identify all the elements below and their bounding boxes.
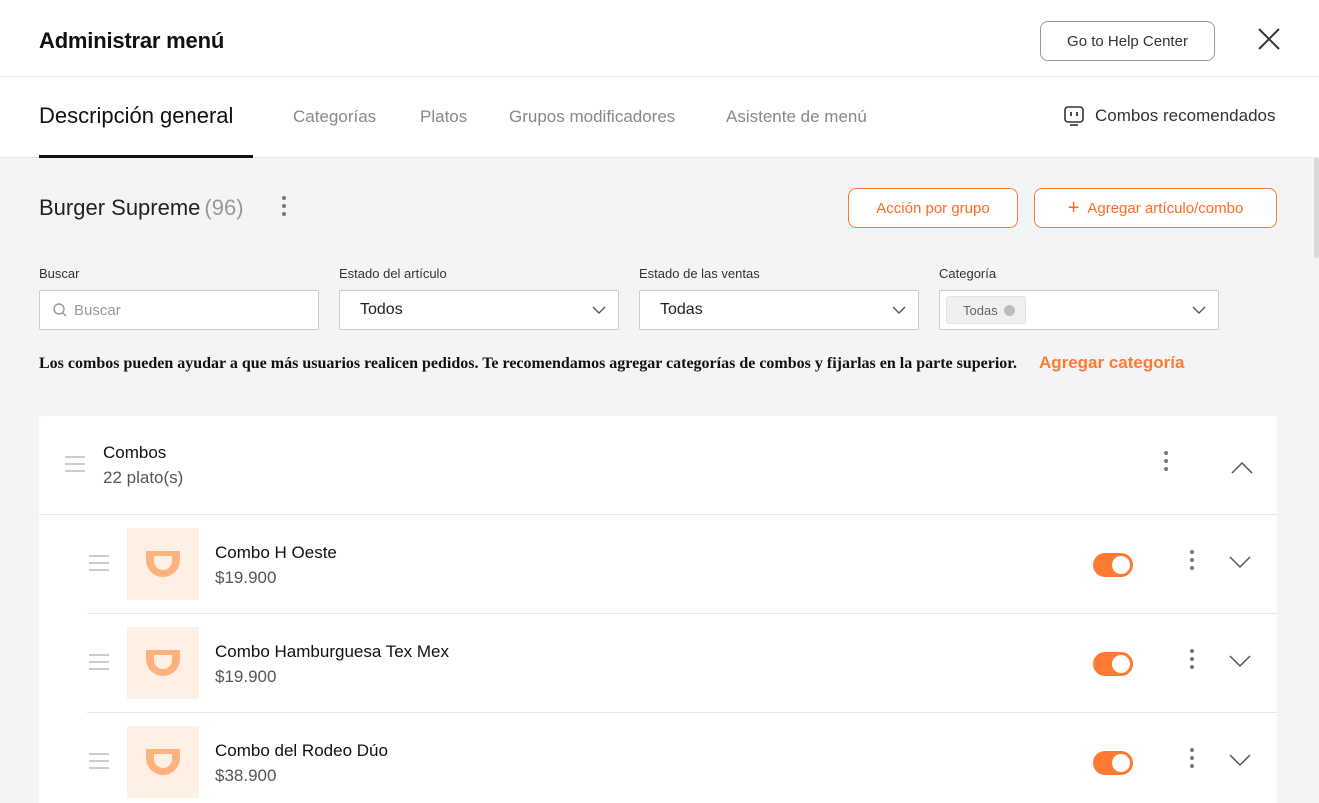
availability-toggle[interactable]: [1093, 553, 1133, 577]
category-select[interactable]: Todas: [939, 290, 1219, 330]
category-header[interactable]: Combos 22 plato(s): [39, 416, 1277, 515]
combos-notice: Los combos pueden ayudar a que más usuar…: [39, 350, 1249, 377]
tab-menu-assistant[interactable]: Asistente de menú: [726, 107, 867, 127]
store-item-count: (96): [204, 195, 244, 220]
item-more-icon[interactable]: [1188, 549, 1196, 573]
sales-status-select[interactable]: Todas: [639, 290, 919, 330]
search-icon: [53, 303, 67, 317]
remove-chip-icon[interactable]: [1003, 304, 1015, 316]
tab-dishes[interactable]: Platos: [420, 107, 467, 127]
toggle-knob: [1112, 754, 1130, 772]
close-icon[interactable]: [1255, 25, 1283, 53]
tab-modifier-groups[interactable]: Grupos modificadores: [509, 107, 675, 127]
drag-handle-icon[interactable]: [89, 753, 109, 769]
category-chip[interactable]: Todas: [946, 296, 1026, 324]
toggle-knob: [1112, 655, 1130, 673]
tab-overview[interactable]: Descripción general: [39, 103, 233, 129]
sales-status-value: Todas: [660, 301, 703, 318]
category-count: 22 plato(s): [103, 468, 184, 487]
drag-handle-icon[interactable]: [89, 654, 109, 670]
list-item[interactable]: Combo Hamburguesa Tex Mex $19.900: [87, 614, 1277, 713]
category-name: Combos: [103, 443, 167, 462]
plus-icon: +: [1067, 196, 1080, 219]
item-more-icon[interactable]: [1188, 747, 1196, 771]
drag-handle-icon[interactable]: [89, 555, 109, 571]
notice-text: Los combos pueden ayudar a que más usuar…: [39, 355, 1017, 372]
main-content: Burger Supreme (96) Acción por grupo + Ag…: [0, 158, 1319, 803]
robot-icon: [1064, 106, 1084, 126]
item-thumbnail: [127, 627, 199, 699]
item-name: Combo Hamburguesa Tex Mex: [215, 642, 450, 661]
store-title: Burger Supreme (96): [39, 195, 244, 221]
item-status-label: Estado del artículo: [339, 266, 447, 281]
add-item-button[interactable]: + Agregar artículo/combo: [1034, 188, 1277, 228]
list-item[interactable]: Combo del Rodeo Dúo $38.900: [87, 713, 1277, 803]
top-bar: Administrar menú Go to Help Center: [0, 0, 1319, 77]
brand-logo-icon: [146, 551, 180, 577]
brand-logo-icon: [146, 749, 180, 775]
help-center-button[interactable]: Go to Help Center: [1040, 21, 1215, 61]
search-placeholder: Buscar: [74, 301, 121, 319]
item-status-select[interactable]: Todos: [339, 290, 619, 330]
item-price: $19.900: [215, 568, 277, 587]
group-action-button[interactable]: Acción por grupo: [848, 188, 1018, 228]
item-name: Combo del Rodeo Dúo: [215, 741, 388, 760]
chevron-down-icon[interactable]: [1228, 653, 1252, 669]
item-price: $19.900: [215, 667, 277, 686]
drag-handle-icon[interactable]: [65, 456, 85, 472]
chevron-down-icon: [892, 306, 906, 314]
chevron-down-icon: [592, 306, 606, 314]
category-label: Categoría: [939, 266, 997, 281]
chevron-up-icon[interactable]: [1230, 460, 1254, 476]
item-thumbnail: [127, 726, 199, 798]
item-status-value: Todos: [360, 301, 403, 318]
scrollbar[interactable]: [1314, 158, 1319, 258]
tab-categories[interactable]: Categorías: [293, 107, 376, 127]
availability-toggle[interactable]: [1093, 652, 1133, 676]
search-label: Buscar: [39, 266, 80, 281]
page-title: Administrar menú: [39, 28, 225, 53]
add-category-link[interactable]: Agregar categoría: [1039, 353, 1185, 372]
category-card: Combos 22 plato(s) Combo H Oeste $19.900…: [39, 416, 1277, 803]
item-name: Combo H Oeste: [215, 543, 337, 562]
sales-status-label: Estado de las ventas: [639, 266, 760, 281]
list-item[interactable]: Combo H Oeste $19.900: [87, 515, 1277, 614]
store-name: Burger Supreme: [39, 195, 201, 220]
tab-bar: Descripción general Categorías Platos Gr…: [0, 77, 1319, 158]
search-input[interactable]: Buscar: [39, 290, 319, 330]
chevron-down-icon[interactable]: [1228, 752, 1252, 768]
category-chip-label: Todas: [963, 302, 998, 318]
toggle-knob: [1112, 556, 1130, 574]
recommended-combos-label: Combos recomendados: [1095, 106, 1276, 125]
item-price: $38.900: [215, 766, 277, 785]
add-item-label: Agregar artículo/combo: [1087, 199, 1244, 217]
availability-toggle[interactable]: [1093, 751, 1133, 775]
item-more-icon[interactable]: [1188, 648, 1196, 672]
brand-logo-icon: [146, 650, 180, 676]
chevron-down-icon: [1192, 306, 1206, 314]
item-thumbnail: [127, 528, 199, 600]
recommended-combos-link[interactable]: Combos recomendados: [1063, 105, 1275, 127]
store-more-icon[interactable]: [278, 195, 290, 219]
category-more-icon[interactable]: [1162, 450, 1170, 474]
chevron-down-icon[interactable]: [1228, 554, 1252, 570]
